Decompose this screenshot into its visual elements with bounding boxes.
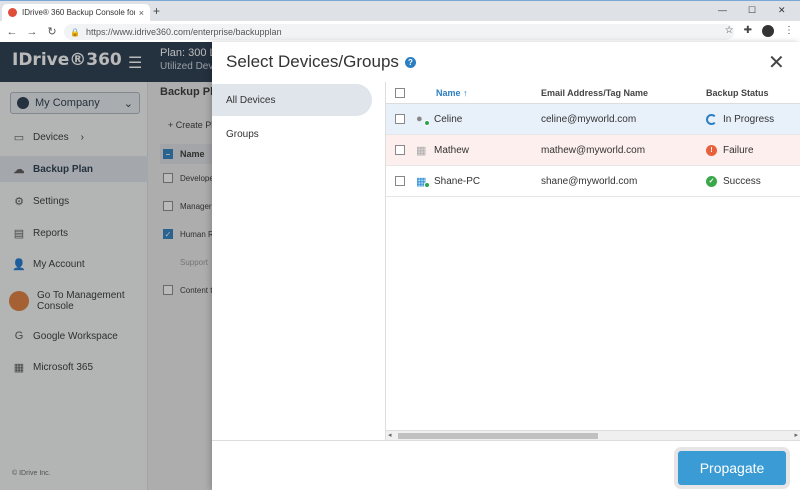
table-row[interactable]: ▦ Mathew mathew@myworld.com ! Failure [386,135,800,166]
browser-menu-icon[interactable]: ⋮ [784,25,794,37]
help-icon[interactable]: ? [404,57,416,69]
online-status-icon [424,120,430,126]
minimize-button[interactable]: — [718,5,727,15]
tab-groups[interactable]: Groups [212,118,372,150]
device-name: Shane-PC [434,175,481,187]
close-icon[interactable]: ✕ [768,50,785,75]
sort-arrow-up-icon: ↑ [463,87,468,98]
window-close-button[interactable]: ✕ [778,5,786,16]
row-checkbox[interactable] [394,114,405,124]
row-checkbox-cell [386,114,414,124]
new-tab-button[interactable]: + [153,4,160,18]
browser-toolbar-icons: ☆ ✚ ⋮ [725,25,794,37]
url-field[interactable]: 🔒 https://www.idrive360.com/enterprise/b… [64,24,734,40]
idrive-favicon-icon [8,8,17,17]
device-email: shane@myworld.com [541,175,638,187]
status-cell: ! Failure [706,144,800,156]
profile-avatar-icon[interactable] [762,25,774,37]
browser-tab[interactable]: IDrive® 360 Backup Console for × [2,4,150,21]
device-name: Mathew [434,144,470,156]
status-cell: In Progress [706,113,800,125]
table-header: Name ↑ Email Address/Tag Name Backup Sta… [386,82,800,104]
backup-status: Failure [723,144,754,156]
online-status-icon [424,182,430,188]
tab-all-devices[interactable]: All Devices [212,84,372,116]
dialog-tabs: All Devices Groups [212,82,386,440]
device-name-cell: ● Celine [414,113,541,126]
apple-icon: ● [416,113,430,126]
table-row[interactable]: ▦ Shane-PC shane@myworld.com ✓ Success [386,166,800,197]
device-name-cell: ▦ Mathew [414,144,541,158]
failure-icon: ! [706,144,717,156]
row-checkbox-cell [386,176,414,186]
device-name-cell: ▦ Shane-PC [414,175,541,188]
select-all-checkbox[interactable] [394,87,405,98]
name-column-header[interactable]: Name ↑ [414,88,541,98]
device-email: celine@myworld.com [541,113,637,125]
row-checkbox-cell [386,145,414,155]
back-arrow-icon[interactable]: ← [4,26,20,38]
row-checkbox[interactable] [394,145,405,155]
url-text: https://www.idrive360.com/enterprise/bac… [85,27,282,37]
dialog-title: Select Devices/Groups? [226,52,416,72]
header-checkbox-cell [386,87,414,98]
dialog-footer: Propagate [212,440,800,490]
scroll-left-icon[interactable]: ◂ [388,431,392,439]
dialog-title-text: Select Devices/Groups [226,52,399,71]
success-check-icon: ✓ [706,175,717,187]
extensions-icon[interactable]: ✚ [744,25,752,37]
browser-chrome: IDrive® 360 Backup Console for × + — ☐ ✕… [0,0,800,43]
scrollbar-thumb[interactable] [398,433,598,439]
backup-status: In Progress [723,113,775,125]
tab-close-icon[interactable]: × [139,8,144,18]
windows-icon: ▦ [416,175,430,188]
address-bar-row: ← → ↻ 🔒 https://www.idrive360.com/enterp… [0,21,800,43]
bookmark-star-icon[interactable]: ☆ [725,25,734,37]
status-cell: ✓ Success [706,175,800,187]
horizontal-scrollbar[interactable]: ◂ ▸ [386,430,800,440]
table-row[interactable]: ● Celine celine@myworld.com In Progress [386,104,800,135]
scroll-right-icon[interactable]: ▸ [794,431,798,439]
status-column-header: Backup Status [706,87,769,98]
name-header-label: Name [436,87,461,98]
row-checkbox[interactable] [394,176,405,186]
backup-status: Success [723,175,761,187]
select-devices-dialog: Select Devices/Groups? ✕ All Devices Gro… [212,42,800,490]
tab-title: IDrive® 360 Backup Console for [22,8,135,17]
lock-icon: 🔒 [70,27,80,37]
devices-table: Name ↑ Email Address/Tag Name Backup Sta… [386,82,800,432]
email-column-header: Email Address/Tag Name [541,87,649,98]
in-progress-icon [706,113,717,125]
propagate-button[interactable]: Propagate [678,451,786,485]
forward-arrow-icon[interactable]: → [24,26,40,38]
maximize-button[interactable]: ☐ [748,5,756,16]
device-name: Celine [434,113,463,125]
reload-icon[interactable]: ↻ [44,25,60,38]
windows-icon: ▦ [416,145,427,157]
device-email: mathew@myworld.com [541,144,646,156]
